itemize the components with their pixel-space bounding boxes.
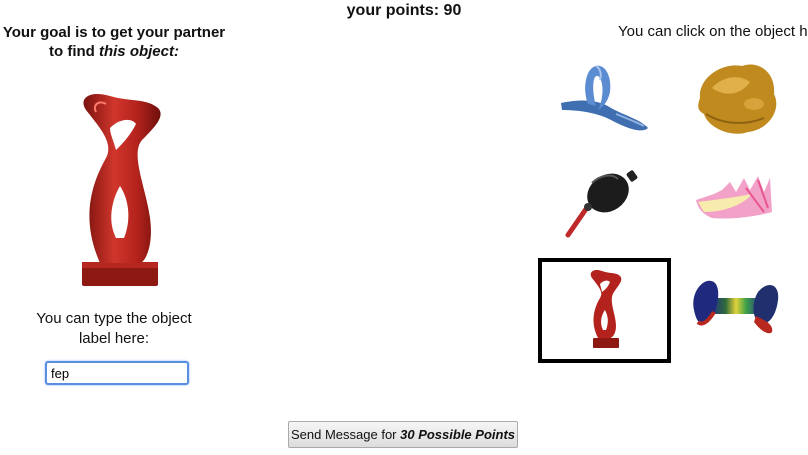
- goal-line-2: to find this object:: [0, 42, 228, 61]
- blue-twisted-loop-icon: [561, 65, 648, 131]
- black-bulb-blower-icon: [565, 170, 638, 238]
- object-label-input[interactable]: [45, 361, 189, 385]
- red-vase-icon: [82, 93, 161, 286]
- red-vase-icon: [590, 269, 622, 348]
- points-display: your points: 90: [346, 2, 462, 19]
- object-option-crown[interactable]: [692, 168, 792, 258]
- send-message-button[interactable]: Send Message for 30 Possible Points: [288, 421, 518, 448]
- send-button-points: 30 Possible Points: [400, 427, 515, 442]
- amber-blob-icon: [698, 64, 777, 134]
- pink-yellow-crown-icon: [696, 176, 772, 219]
- click-object-prompt: You can click on the object here: [618, 23, 808, 40]
- goal-instruction: Your goal is to get your partner to find…: [0, 23, 228, 61]
- type-prompt-line-2: label here:: [78, 330, 150, 347]
- object-option-bone[interactable]: [688, 272, 788, 362]
- object-option-blue-loop[interactable]: [556, 58, 656, 148]
- selected-object-frame[interactable]: [538, 258, 671, 363]
- type-label-prompt: You can type the object label here:: [0, 309, 228, 349]
- goal-line-1: Your goal is to get your partner: [2, 24, 226, 41]
- reference-game-page: your points: 90 Your goal is to get your…: [0, 0, 808, 455]
- multicolor-bone-icon: [693, 280, 779, 334]
- goal-line-2-emphasis: this object:: [98, 43, 179, 60]
- send-button-prefix: Send Message for: [291, 427, 401, 442]
- object-option-bulb-blower[interactable]: [556, 165, 656, 255]
- goal-line-2-prefix: to find: [49, 43, 99, 60]
- type-prompt-line-1: You can type the object: [36, 310, 192, 327]
- target-object-image: [70, 88, 170, 290]
- object-option-amber-blob[interactable]: [692, 58, 792, 148]
